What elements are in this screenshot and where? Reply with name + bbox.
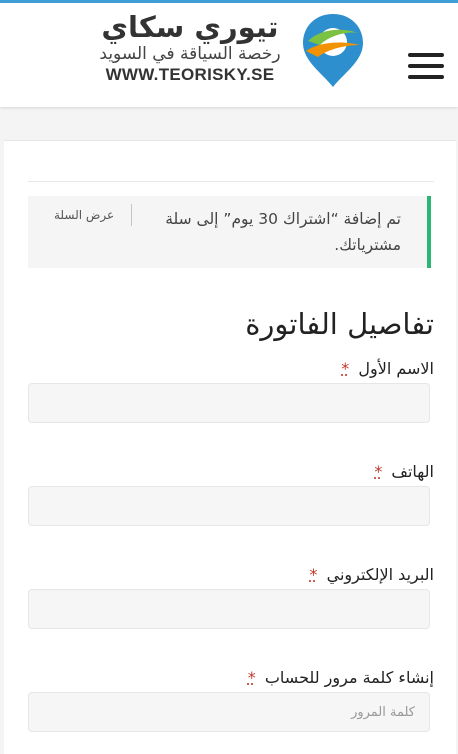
view-cart-link[interactable]: عرض السلة <box>54 208 114 222</box>
site-header: تيوري سكاي رخصة السياقة في السويد WWW.TE… <box>0 3 458 107</box>
notice-message: تم إضافة “اشتراك 30 يوم” إلى سلة مشتريات… <box>165 210 401 254</box>
field-label-text: الاسم الأول <box>358 359 434 378</box>
logo-pin-icon[interactable] <box>300 11 366 89</box>
email-input[interactable] <box>28 589 430 629</box>
first-name-input[interactable] <box>28 383 430 423</box>
required-mark: * <box>247 668 256 687</box>
menu-bar <box>408 75 444 79</box>
cart-notice: تم إضافة “اشتراك 30 يوم” إلى سلة مشتريات… <box>28 196 431 268</box>
required-mark: * <box>341 359 350 378</box>
menu-bar <box>408 53 444 57</box>
password-input[interactable] <box>28 692 430 732</box>
logo-subtitle: رخصة السياقة في السويد <box>99 44 281 64</box>
checkout-card: تم إضافة “اشتراك 30 يوم” إلى سلة مشتريات… <box>4 140 456 754</box>
field-label-text: البريد الإلكتروني <box>326 565 434 584</box>
account-password-label: إنشاء كلمة مرور للحساب * <box>248 668 434 687</box>
site-logo[interactable]: تيوري سكاي رخصة السياقة في السويد WWW.TE… <box>84 11 296 91</box>
logo-url: WWW.TEORISKY.SE <box>105 65 275 84</box>
phone-label: الهاتف * <box>374 462 434 481</box>
hamburger-menu-icon[interactable] <box>408 53 444 79</box>
required-mark: * <box>374 462 383 481</box>
field-label-text: إنشاء كلمة مرور للحساب <box>264 668 434 687</box>
field-label-text: الهاتف <box>391 462 434 481</box>
notice-separator <box>131 204 132 226</box>
menu-bar <box>408 64 444 68</box>
billing-details-title: تفاصيل الفاتورة <box>245 307 434 341</box>
first-name-label: الاسم الأول * <box>341 359 434 378</box>
phone-input[interactable] <box>28 486 430 526</box>
email-label: البريد الإلكتروني * <box>310 565 434 584</box>
logo-title: تيوري سكاي <box>101 10 279 44</box>
divider <box>28 181 434 182</box>
required-mark: * <box>309 565 318 584</box>
